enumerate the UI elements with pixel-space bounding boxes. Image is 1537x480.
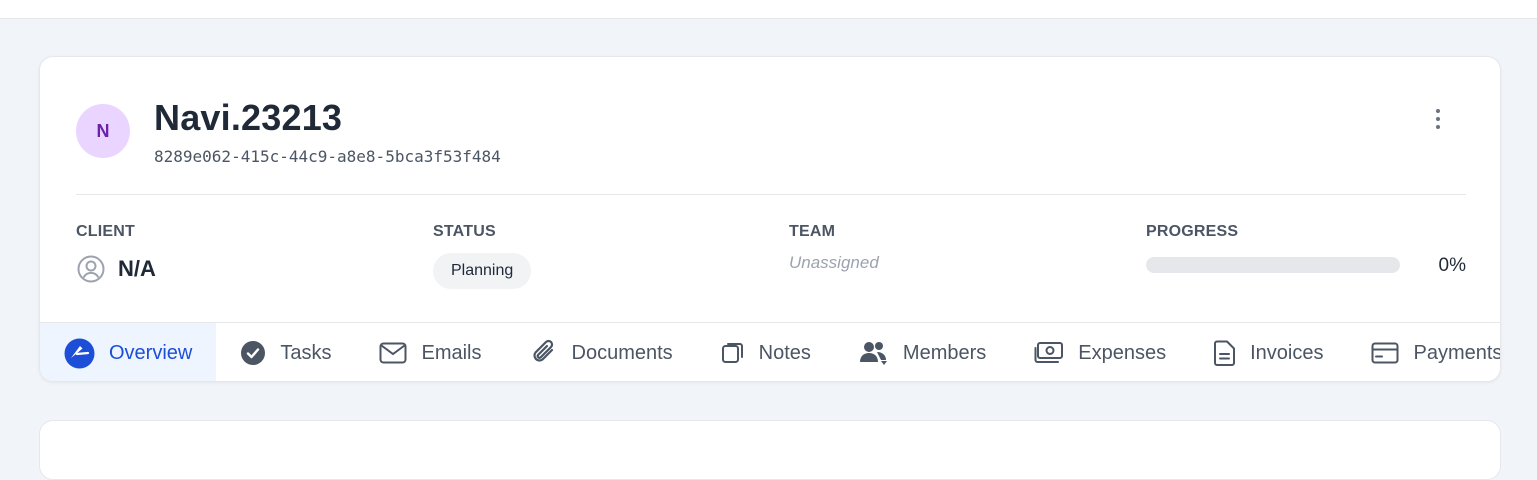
mail-icon xyxy=(379,342,407,364)
tab-overview[interactable]: Overview xyxy=(40,323,217,381)
progress-bar xyxy=(1146,257,1400,273)
tab-label: Payments xyxy=(1413,341,1501,364)
tab-label: Invoices xyxy=(1250,341,1324,364)
tab-payments[interactable]: Payments xyxy=(1347,323,1501,381)
tab-label: Emails xyxy=(421,341,482,364)
tab-expenses[interactable]: Expenses xyxy=(1010,323,1190,381)
project-id: 8289e062-415c-44c9-a8e8-5bca3f53f484 xyxy=(154,147,501,166)
tab-members[interactable]: Members xyxy=(835,323,1010,381)
user-circle-icon xyxy=(77,255,105,283)
client-label: CLIENT xyxy=(76,223,135,240)
team-label: TEAM xyxy=(789,223,836,240)
overview-icon xyxy=(64,338,95,368)
project-title: Navi.23213 xyxy=(154,97,343,138)
client-field: N/A xyxy=(76,254,156,284)
status-badge: Planning xyxy=(433,253,532,289)
header-divider xyxy=(76,194,1466,195)
client-value: N/A xyxy=(118,256,156,281)
project-header-card: N Navi.23213 8289e062-415c-44c9-a8e8-5bc… xyxy=(39,56,1501,382)
tab-label: Overview xyxy=(109,341,193,364)
users-icon xyxy=(859,342,887,365)
tab-notes[interactable]: Notes xyxy=(697,323,835,381)
money-icon xyxy=(1034,342,1064,363)
project-avatar: N xyxy=(76,104,130,158)
status-label: STATUS xyxy=(433,223,496,240)
tab-invoices[interactable]: Invoices xyxy=(1190,323,1347,381)
paperclip-icon xyxy=(532,339,553,362)
check-circle-icon xyxy=(241,341,266,365)
top-bar xyxy=(0,0,1537,19)
content-card xyxy=(39,420,1501,480)
tab-label: Members xyxy=(902,341,987,364)
progress-label: PROGRESS xyxy=(1146,223,1239,240)
credit-card-icon xyxy=(1371,342,1399,364)
tab-documents[interactable]: Documents xyxy=(506,323,697,381)
note-icon xyxy=(721,343,743,363)
tab-tasks[interactable]: Tasks xyxy=(216,323,355,381)
tab-label: Expenses xyxy=(1078,341,1167,364)
project-tabs: Overview Tasks Emails Documents Notes Me… xyxy=(40,322,1501,381)
tab-label: Tasks xyxy=(280,341,332,364)
more-options-icon[interactable] xyxy=(1424,105,1452,133)
tab-label: Documents xyxy=(571,341,673,364)
progress-percent: 0% xyxy=(1438,255,1466,276)
team-value: Unassigned xyxy=(789,253,879,272)
tab-label: Notes xyxy=(758,341,811,364)
tab-emails[interactable]: Emails xyxy=(355,323,505,381)
document-icon xyxy=(1214,340,1236,366)
